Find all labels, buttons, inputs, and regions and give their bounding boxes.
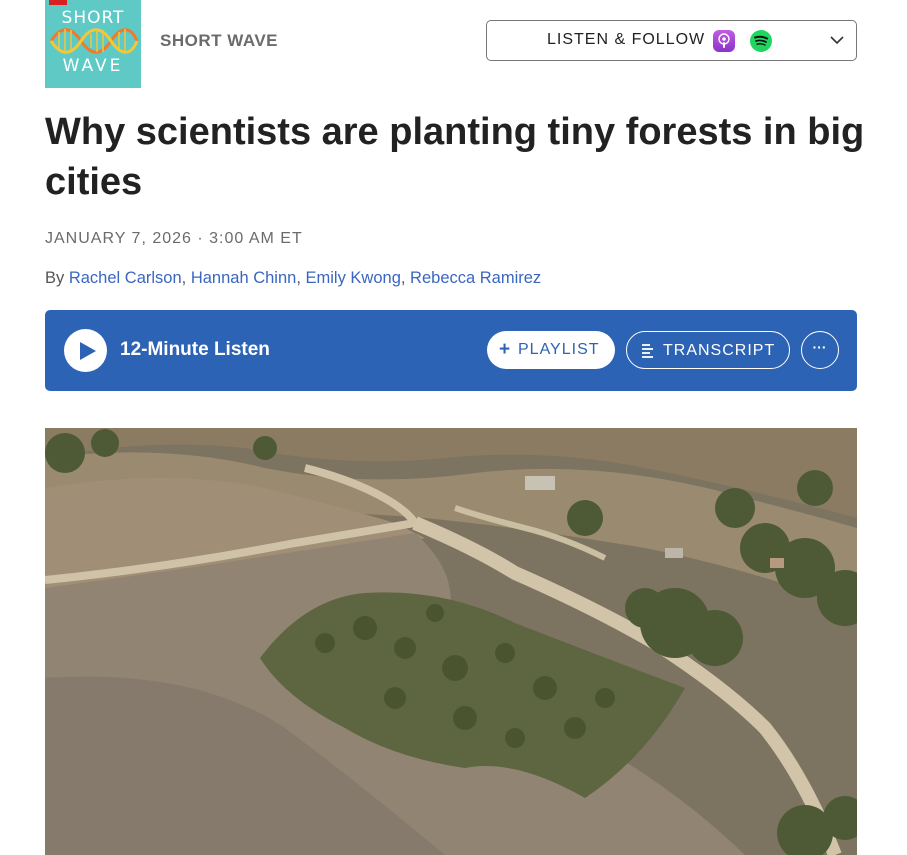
podcast-name-link[interactable]: SHORT WAVE bbox=[160, 31, 278, 51]
transcript-button[interactable]: TRANSCRIPT bbox=[626, 331, 790, 369]
wave-graphic bbox=[49, 28, 139, 54]
listen-duration: 12-Minute Listen bbox=[120, 339, 270, 360]
audio-player: 12-Minute Listen + PLAYLIST TRANSCRIPT ·… bbox=[45, 310, 857, 391]
spotify-icon[interactable] bbox=[750, 30, 772, 52]
more-icon: ··· bbox=[812, 339, 827, 355]
author-link[interactable]: Rachel Carlson bbox=[69, 269, 182, 287]
more-options-button[interactable]: ··· bbox=[801, 331, 839, 369]
byline: By Rachel Carlson, Hannah Chinn, Emily K… bbox=[45, 269, 541, 288]
play-button[interactable] bbox=[64, 329, 107, 372]
author-link[interactable]: Hannah Chinn bbox=[191, 269, 297, 287]
aerial-landscape-photo bbox=[45, 428, 857, 855]
transcript-icon bbox=[642, 344, 653, 358]
listen-follow-label: LISTEN & FOLLOW bbox=[547, 31, 706, 48]
chevron-down-icon bbox=[830, 36, 844, 45]
plus-icon: + bbox=[499, 339, 512, 360]
author-separator: , bbox=[400, 269, 411, 287]
logo-text-bottom: WAVE bbox=[62, 56, 124, 76]
author-link[interactable]: Emily Kwong bbox=[306, 269, 401, 287]
author-separator: , bbox=[181, 269, 191, 287]
short-wave-logo[interactable]: SHORT WAVE bbox=[45, 0, 141, 88]
byline-prefix: By bbox=[45, 269, 69, 287]
transcript-label: TRANSCRIPT bbox=[663, 342, 776, 359]
article-title: Why scientists are planting tiny forests… bbox=[45, 111, 865, 203]
author-separator: , bbox=[296, 269, 306, 287]
hero-image bbox=[45, 428, 857, 855]
add-to-playlist-button[interactable]: + PLAYLIST bbox=[487, 331, 615, 369]
article-date: JANUARY 7, 2026 · 3:00 AM ET bbox=[45, 230, 303, 247]
playlist-label: PLAYLIST bbox=[518, 341, 600, 358]
apple-podcasts-icon[interactable] bbox=[713, 30, 735, 52]
listen-follow-dropdown[interactable]: LISTEN & FOLLOW bbox=[486, 20, 857, 61]
play-icon bbox=[80, 342, 96, 360]
podcast-header: SHORT WAVE SHORT WAVE LISTEN & FOLLOW bbox=[45, 0, 857, 90]
npr-mark bbox=[49, 0, 67, 5]
author-link[interactable]: Rebecca Ramirez bbox=[410, 269, 541, 287]
